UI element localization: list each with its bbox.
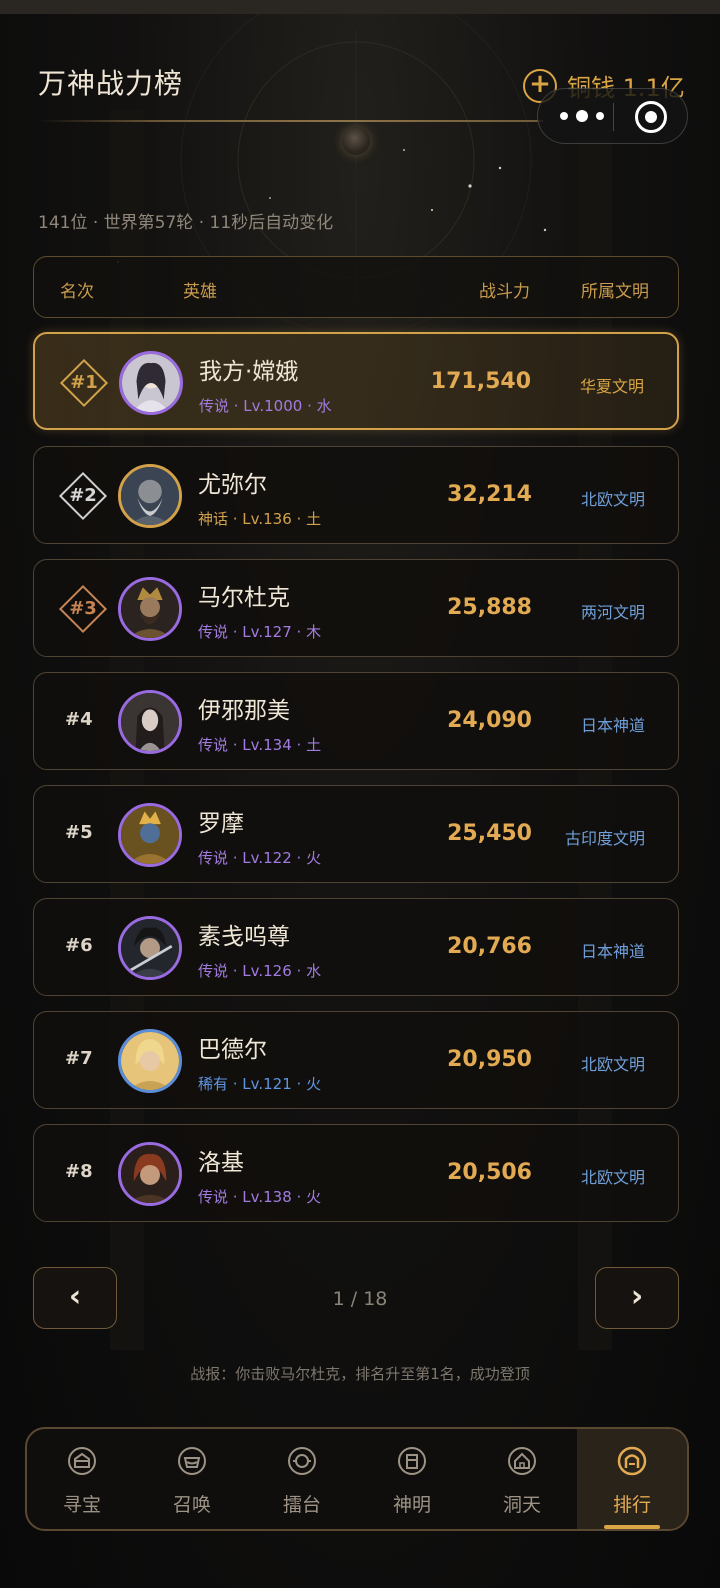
table-row[interactable]: #6 素戋呜尊 传说 · Lv.126 · 水 20,766 日本神道 — [33, 898, 679, 996]
summon-icon — [178, 1447, 206, 1475]
hero-meta: 传说 · Lv.1000 · 水 — [199, 397, 332, 415]
power-value: 20,950 — [447, 1047, 532, 1072]
civilization-label: 北欧文明 — [580, 1168, 645, 1187]
table-row[interactable]: #4 伊邪那美 传说 · Lv.134 · 土 24,090 日本神道 — [33, 672, 679, 770]
battle-report: 战报：你击败马尔杜克，排名升至第1名，成功登顶 — [190, 1365, 530, 1383]
table-row[interactable]: #5 罗摩 传说 · Lv.122 · 火 25,450 古印度文明 — [33, 785, 679, 883]
hero-meta: 传说 · Lv.122 · 火 — [198, 849, 322, 867]
civilization-label: 华夏文明 — [579, 377, 644, 396]
deity-icon — [398, 1447, 426, 1475]
header-hero: 英雄 — [183, 282, 217, 302]
more-menu-icon[interactable] — [556, 101, 614, 131]
hero-name: 伊邪那美 — [198, 698, 290, 724]
tab-arena[interactable]: 擂台 — [247, 1429, 357, 1529]
rank-number: #4 — [65, 709, 93, 730]
next-page-button[interactable]: › — [595, 1267, 679, 1329]
hero-meta: 稀有 · Lv.121 · 火 — [198, 1075, 322, 1093]
round-status: 141位 · 世界第57轮 · 11秒后自动变化 — [38, 213, 334, 233]
table-row[interactable]: #8 洛基 传说 · Lv.138 · 火 20,506 北欧文明 — [33, 1124, 679, 1222]
page-title: 万神战力榜 — [38, 67, 184, 100]
hero-name: 马尔杜克 — [198, 585, 290, 611]
rank-badge-gold: #1 — [59, 358, 109, 408]
bottom-tab-bar: 寻宝 召唤 擂台 神明 洞天 排行 — [25, 1427, 689, 1531]
title-orb-ornament — [342, 127, 370, 155]
rank-badge-silver: #2 — [58, 471, 108, 521]
ranking-icon — [617, 1446, 647, 1476]
hero-name: 巴德尔 — [198, 1037, 267, 1063]
arena-icon — [288, 1447, 316, 1475]
miniprogram-capsule — [537, 88, 688, 144]
tab-label: 洞天 — [502, 1494, 541, 1516]
header-rank: 名次 — [60, 282, 94, 302]
tab-summon[interactable]: 召唤 — [137, 1429, 247, 1529]
hero-meta: 传说 · Lv.127 · 木 — [198, 623, 322, 641]
tab-label: 擂台 — [282, 1494, 321, 1516]
power-value: 171,540 — [430, 369, 531, 394]
tab-label: 召唤 — [172, 1494, 211, 1516]
table-row[interactable]: #1 我方·嫦娥 传说 · Lv.1000 · 水 171,540 华夏文明 — [33, 332, 679, 430]
civilization-label: 日本神道 — [580, 716, 645, 735]
avatar — [118, 1142, 182, 1206]
power-value: 32,214 — [447, 482, 532, 507]
civilization-label: 两河文明 — [580, 603, 645, 622]
tab-label: 寻宝 — [62, 1494, 101, 1516]
hero-name: 我方·嫦娥 — [199, 359, 299, 385]
tab-ranking[interactable]: 排行 — [577, 1429, 687, 1529]
civilization-label: 北欧文明 — [580, 1055, 645, 1074]
table-row[interactable]: #2 尤弥尔 神话 · Lv.136 · 土 32,214 北欧文明 — [33, 446, 679, 544]
hero-meta: 传说 · Lv.126 · 水 — [198, 962, 322, 980]
power-value: 20,766 — [447, 934, 532, 959]
table-header: 名次 英雄 战斗力 所属文明 — [33, 256, 679, 318]
power-value: 25,888 — [447, 595, 532, 620]
hero-name: 素戋呜尊 — [198, 924, 290, 950]
rank-number: #6 — [65, 935, 93, 956]
header-civilization: 所属文明 — [581, 282, 649, 302]
rank-number: #5 — [65, 822, 93, 843]
hero-name: 洛基 — [198, 1150, 244, 1176]
avatar — [118, 690, 182, 754]
tab-label: 排行 — [612, 1494, 651, 1516]
header-power: 战斗力 — [479, 282, 530, 302]
rank-number: #8 — [65, 1161, 93, 1182]
hero-meta: 传说 · Lv.134 · 土 — [198, 736, 322, 754]
tab-label: 神明 — [392, 1494, 431, 1516]
hero-name: 罗摩 — [198, 811, 244, 837]
power-value: 20,506 — [447, 1160, 532, 1185]
hero-meta: 神话 · Lv.136 · 土 — [198, 510, 322, 528]
civilization-label: 北欧文明 — [580, 490, 645, 509]
rank-number: #7 — [65, 1048, 93, 1069]
capsule-divider — [613, 103, 614, 131]
avatar — [118, 803, 182, 867]
tab-treasure[interactable]: 寻宝 — [27, 1429, 137, 1529]
treasure-icon — [68, 1447, 96, 1475]
home-icon — [508, 1447, 536, 1475]
power-value: 25,450 — [447, 821, 532, 846]
avatar — [118, 464, 182, 528]
tab-deity[interactable]: 神明 — [357, 1429, 467, 1529]
avatar — [119, 351, 183, 415]
civilization-label: 古印度文明 — [564, 829, 645, 848]
avatar — [118, 577, 182, 641]
civilization-label: 日本神道 — [580, 942, 645, 961]
hero-meta: 传说 · Lv.138 · 火 — [198, 1188, 322, 1206]
close-miniprogram-icon[interactable] — [635, 101, 667, 133]
hero-name: 尤弥尔 — [198, 472, 267, 498]
table-row[interactable]: #3 马尔杜克 传说 · Lv.127 · 木 25,888 两河文明 — [33, 559, 679, 657]
status-strip — [0, 0, 720, 14]
title-divider — [38, 120, 543, 122]
rank-badge-bronze: #3 — [58, 584, 108, 634]
active-tab-indicator — [604, 1525, 660, 1529]
table-row[interactable]: #7 巴德尔 稀有 · Lv.121 · 火 20,950 北欧文明 — [33, 1011, 679, 1109]
tab-home[interactable]: 洞天 — [467, 1429, 577, 1529]
avatar — [118, 1029, 182, 1093]
avatar — [118, 916, 182, 980]
power-value: 24,090 — [447, 708, 532, 733]
